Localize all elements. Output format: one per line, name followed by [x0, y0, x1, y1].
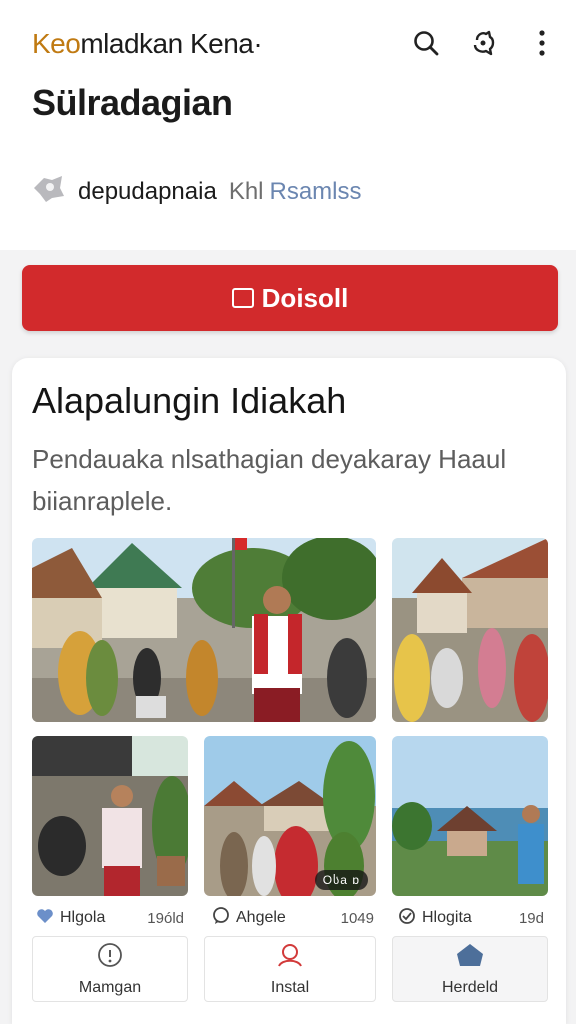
author-link[interactable]: Rsamlss [270, 178, 362, 206]
photo-badge: Oსa ɒ [314, 870, 368, 890]
tab-label: Mamgan [78, 978, 142, 996]
item-count: 1049 [340, 909, 374, 927]
more-icon[interactable] [526, 26, 558, 60]
tab-instal[interactable]: Instal [204, 936, 376, 1002]
item-meta-2: Ahgele 1049 [212, 906, 374, 930]
person-icon [276, 942, 304, 973]
photo-main-street[interactable] [32, 538, 376, 722]
article-title: Alapalungin Idiakah [32, 380, 347, 421]
avatar-icon [30, 170, 66, 213]
heart-icon [36, 908, 54, 929]
brand-accent: Keo [32, 28, 81, 59]
article-card: Alapalungin Idiakah Pendauaka nlsathagia… [12, 358, 566, 1024]
photo-market-man[interactable] [32, 736, 188, 896]
info-icon [97, 942, 123, 973]
item-count: 19óld [147, 909, 184, 927]
item-label: Hlgola [60, 909, 106, 926]
brand-rest: mladkan Kena· [80, 28, 263, 59]
primary-action-button[interactable]: Doisoll [22, 265, 558, 331]
comment-icon [212, 906, 230, 930]
photo-seaside-pavilion[interactable] [392, 736, 548, 896]
author-meta: Khl [228, 177, 264, 205]
search-icon[interactable] [410, 26, 442, 60]
share-icon[interactable] [468, 26, 500, 60]
author-name: depudapnaia [78, 177, 217, 205]
app-header: Keomladkan Kena· Sülradagian depudapnaia… [0, 0, 576, 250]
primary-action-label: Doisoll [261, 282, 349, 313]
item-count: 19d [518, 909, 544, 927]
photo-village-houses[interactable] [392, 538, 548, 722]
tab-label: Instal [270, 978, 310, 996]
home-icon [455, 942, 485, 973]
item-label: Ahgele [236, 909, 286, 926]
box-icon [231, 288, 254, 308]
check-circle-icon [398, 907, 416, 930]
tab-mamgan[interactable]: Mamgan [32, 936, 188, 1002]
tab-herdeld[interactable]: Herdeld [392, 936, 548, 1002]
page-title: Sülradagian [32, 82, 233, 123]
item-label: Hlogita [422, 909, 472, 926]
item-meta-3: Hlogita 19d [398, 906, 544, 930]
item-meta-1: Hlgola 19óld [36, 906, 184, 930]
photo-pavilion-crowd[interactable]: Oსa ɒ [204, 736, 376, 896]
author-row[interactable]: depudapnaia Khl Rsamlss [30, 170, 362, 213]
article-description: Pendauaka nlsathagian deyakaray Haaul bi… [32, 444, 507, 516]
top-actions [410, 26, 558, 60]
brand-name: Keomladkan Kena· [32, 28, 263, 60]
tab-label: Herdeld [441, 978, 499, 996]
